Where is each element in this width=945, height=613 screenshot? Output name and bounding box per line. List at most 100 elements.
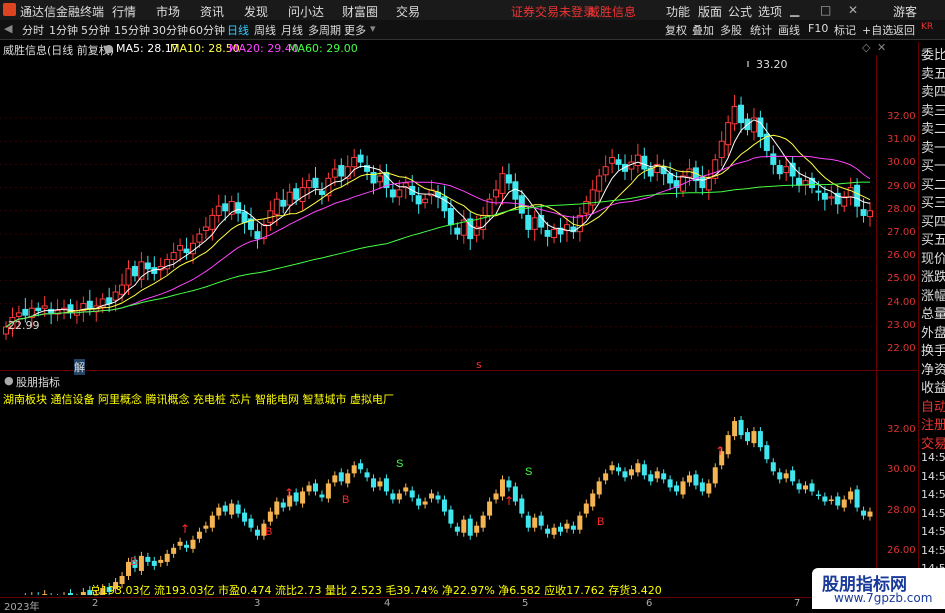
menu-item-options[interactable]: 选项 (758, 3, 782, 20)
draw-line-button[interactable]: 画线 (778, 22, 800, 38)
maximize-icon[interactable]: □ (820, 3, 831, 17)
menu-item-formula[interactable]: 公式 (728, 3, 752, 20)
multi-stock-button[interactable]: 多股 (720, 22, 742, 38)
diamond-icon[interactable]: ◇ (862, 41, 870, 54)
side-panel-item[interactable]: 卖三 (921, 100, 945, 119)
side-panel-item[interactable]: 买四 (921, 211, 945, 230)
candlestick-chart[interactable] (0, 55, 876, 370)
ind-bar (474, 525, 480, 533)
tab-multi-period[interactable]: 多周期 (308, 22, 341, 38)
close-icon[interactable]: ✕ (848, 3, 858, 17)
ind-bar (551, 527, 557, 535)
side-panel-item[interactable]: 注册 (921, 414, 945, 433)
ind-bar (867, 511, 873, 517)
side-panel-item[interactable]: 外盘 (921, 322, 945, 341)
ind-bar (854, 489, 860, 508)
back-button[interactable]: 返回 (893, 22, 915, 38)
indicator-chart[interactable]: B ↑ B ↑ B ↑ B ↑ S S (0, 405, 876, 595)
tab-30min[interactable]: 30分钟 (152, 22, 188, 38)
side-panel-item[interactable]: 14:5 (921, 470, 945, 483)
side-panel-item[interactable]: 卖四 (921, 81, 945, 100)
date-axis: 2023年 2 3 4 5 6 7 (0, 597, 918, 613)
chevron-down-icon[interactable]: ▾ (370, 22, 376, 35)
side-panel-item[interactable]: 收益 (921, 377, 945, 396)
menu-item-quotes[interactable]: 行情 (112, 3, 136, 20)
ind-bar (151, 560, 157, 566)
side-panel-item[interactable]: 总量 (921, 303, 945, 322)
mark-button[interactable]: 标记 (834, 22, 856, 38)
ind-bar (532, 517, 538, 528)
side-panel-item[interactable]: 卖一 (921, 137, 945, 156)
f10-button[interactable]: F10 (808, 22, 828, 35)
side-panel-item[interactable]: 14:5 (921, 544, 945, 557)
ind-y-tick: 32.00 (887, 424, 916, 436)
ind-bar (319, 494, 325, 498)
tab-daily[interactable]: 日线 (227, 22, 249, 38)
ind-bar (461, 519, 467, 533)
minimize-icon[interactable]: ▁ (790, 3, 799, 17)
candle-body (634, 154, 641, 167)
menu-item-wenxiaoda[interactable]: 问小达 (288, 3, 324, 20)
side-panel-item[interactable]: 买一 (921, 155, 945, 174)
tab-weekly[interactable]: 周线 (254, 22, 276, 38)
event-marker-s: s (476, 358, 482, 371)
statistics-button[interactable]: 统计 (750, 22, 772, 38)
tab-15min[interactable]: 15分钟 (114, 22, 150, 38)
side-panel-item[interactable]: 涨幅 (921, 285, 945, 304)
side-panel-item[interactable]: 买五 (921, 229, 945, 248)
menu-item-news[interactable]: 资讯 (200, 3, 224, 20)
side-panel-item[interactable]: 交易 (921, 433, 945, 452)
ind-bar (487, 501, 493, 516)
left-arrow-icon[interactable]: ◀ (4, 22, 12, 35)
menu-item-layout[interactable]: 版面 (698, 3, 722, 20)
side-panel-item[interactable]: 14:5 (921, 488, 945, 501)
side-panel-item[interactable]: 卖五 (921, 63, 945, 82)
add-watchlist-button[interactable]: +自选 (862, 22, 893, 38)
side-panel-item[interactable]: 买二 (921, 174, 945, 193)
menu-item-market[interactable]: 市场 (156, 3, 180, 20)
notice-stock[interactable]: 威胜信息 (588, 3, 636, 20)
side-panel-item[interactable]: 14:5 (921, 451, 945, 464)
side-panel-item[interactable]: 委比 (921, 44, 945, 63)
menu-item-function[interactable]: 功能 (666, 3, 690, 20)
tab-5min[interactable]: 5分钟 (81, 22, 110, 38)
side-panel-item[interactable]: 现价 (921, 248, 945, 267)
candle-body (254, 231, 261, 240)
ind-bar (706, 483, 712, 494)
tab-monthly[interactable]: 月线 (281, 22, 303, 38)
overlay-button[interactable]: 叠加 (692, 22, 714, 38)
menu-item-discover[interactable]: 发现 (244, 3, 268, 20)
side-panel-item[interactable]: 14:5 (921, 525, 945, 538)
ind-bar (712, 467, 718, 484)
side-panel-item[interactable]: 买三 (921, 192, 945, 211)
restore-rights-button[interactable]: 复权 (665, 22, 687, 38)
side-panel-item[interactable]: 卖二 (921, 118, 945, 137)
close-panel-icon[interactable]: ✕ (877, 41, 886, 54)
side-panel-item[interactable]: 自动 (921, 396, 945, 415)
candle-body (209, 214, 216, 230)
ind-bar (770, 462, 776, 472)
candle-body (15, 312, 22, 317)
tab-more[interactable]: 更多 (344, 22, 366, 38)
side-panel-item[interactable]: 换手 (921, 340, 945, 359)
indicator-settings-icon[interactable]: ● (4, 374, 14, 387)
candle-body (641, 155, 648, 170)
candle-body (415, 195, 422, 205)
side-panel-item[interactable]: 14:5 (921, 507, 945, 520)
indicator-title: 股朋指标 (16, 376, 60, 389)
tab-intraday[interactable]: 分时 (22, 22, 44, 38)
candle-body (318, 190, 325, 196)
ind-bar (158, 559, 164, 563)
menu-item-wealth[interactable]: 财富圈 (342, 3, 378, 20)
candle-body (306, 180, 313, 189)
candle-body (847, 187, 854, 198)
menu-item-trade[interactable]: 交易 (396, 3, 420, 20)
side-panel-item[interactable]: 净资 (921, 359, 945, 378)
guest-label[interactable]: 游客 (893, 3, 917, 20)
ind-bar (674, 485, 680, 492)
tab-1min[interactable]: 1分钟 (49, 22, 78, 38)
settings-dot-icon[interactable]: ● (104, 42, 114, 55)
side-panel-item[interactable]: 涨跌 (921, 266, 945, 285)
tab-60min[interactable]: 60分钟 (189, 22, 225, 38)
login-notice[interactable]: 证券交易未登录 (511, 3, 595, 20)
